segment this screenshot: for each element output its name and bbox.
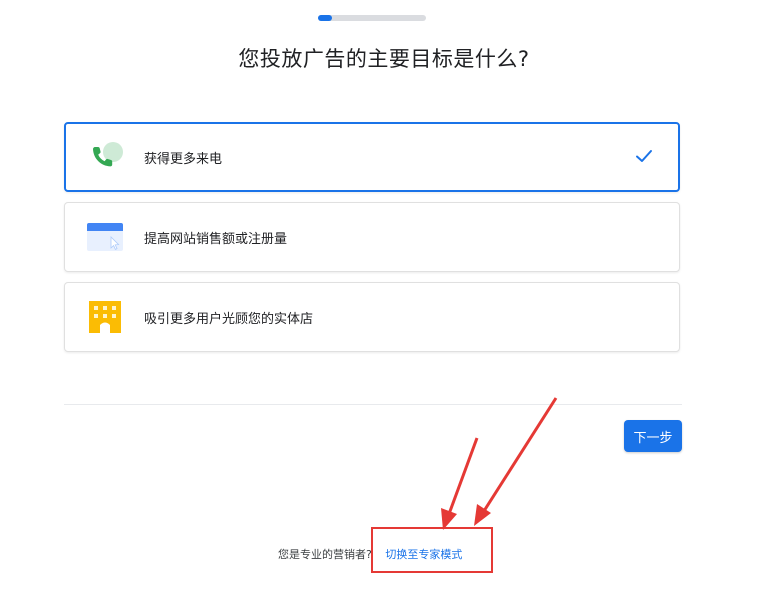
progress-bar [318, 15, 426, 21]
goal-selection-page: 您投放广告的主要目标是什么? 获得更多来电 提高网站销售额或注册量 吸引更多用户… [0, 0, 768, 599]
storefront-icon [85, 297, 125, 337]
divider [64, 404, 682, 405]
option-label: 提高网站销售额或注册量 [144, 232, 288, 247]
page-title: 您投放广告的主要目标是什么? [238, 47, 530, 71]
next-button[interactable]: 下一步 [624, 420, 682, 452]
pro-marketer-question: 您是专业的营销者? [278, 548, 372, 561]
option-store-visits[interactable]: 吸引更多用户光顾您的实体店 [64, 282, 680, 352]
phone-call-icon [85, 137, 125, 177]
website-window-icon [85, 217, 125, 257]
option-website-sales[interactable]: 提高网站销售额或注册量 [64, 202, 680, 272]
annotation-highlight-box [371, 527, 493, 573]
option-more-calls[interactable]: 获得更多来电 [64, 122, 680, 192]
progress-fill [318, 15, 333, 21]
option-label: 吸引更多用户光顾您的实体店 [144, 312, 314, 327]
check-icon [636, 150, 652, 162]
option-label: 获得更多来电 [144, 152, 223, 167]
